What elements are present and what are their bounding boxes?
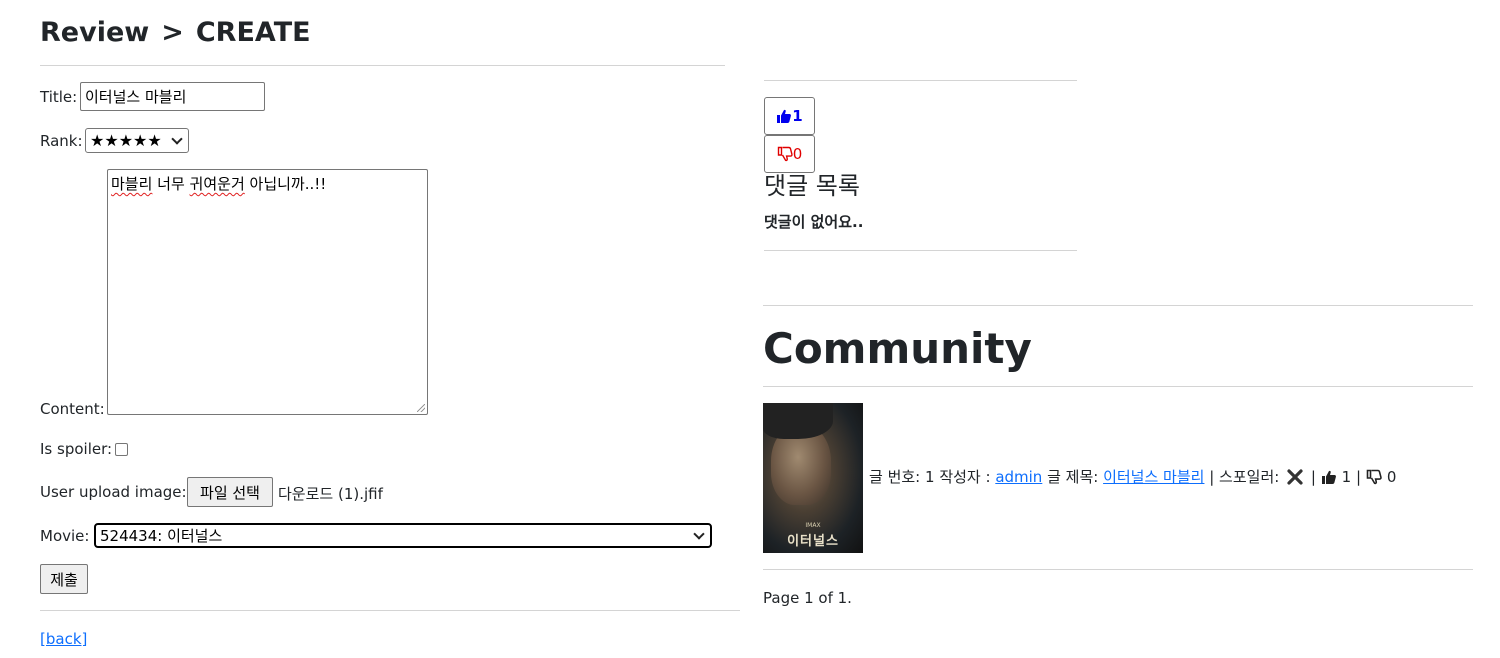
dislike-button[interactable]: 0 (764, 135, 815, 173)
poster-hair (763, 403, 833, 439)
comments-title: 댓글 목록 (764, 172, 860, 200)
post-separator: | (1351, 467, 1366, 486)
movie-select[interactable]: 524434: 이터널스 (94, 523, 712, 548)
community-divider-top (763, 305, 1473, 306)
image-label: User upload image: (40, 483, 187, 501)
resize-handle-icon[interactable] (417, 404, 425, 412)
rank-select[interactable]: ★★★★★ (85, 128, 189, 153)
chevron-down-icon (693, 527, 705, 540)
post-subject-link[interactable]: 이터널스 마블리 (1103, 466, 1204, 487)
post-number-label: 글 번호: (869, 468, 925, 486)
thumbs-up-icon (776, 108, 792, 124)
thumbs-down-icon (1366, 469, 1382, 485)
pagination-info: Page 1 of 1. (763, 589, 852, 607)
file-select-button[interactable]: 파일 선택 (187, 477, 273, 507)
rank-label: Rank: (40, 132, 83, 150)
movie-label: Movie: (40, 527, 90, 545)
post-subject-label: 글 제목: (1042, 468, 1104, 486)
like-button[interactable]: 1 (764, 97, 815, 135)
form-divider (40, 610, 740, 611)
header-divider (40, 65, 725, 66)
title-label: Title: (40, 88, 78, 106)
spoiler-checkbox[interactable] (115, 443, 128, 456)
post-separator: | (1306, 467, 1321, 486)
content-word: 너무 (152, 175, 190, 193)
comments-divider (764, 250, 1077, 251)
post-author-label: 작성자 : (934, 468, 996, 486)
post-summary: 글 번호: 1 작성자 : admin 글 제목: 이터널스 마블리 | 스포일… (869, 466, 1396, 487)
breadcrumb-create: CREATE (195, 17, 311, 48)
movie-select-value: 524434: 이터널스 (100, 527, 223, 545)
content-word: 귀여운거 (189, 175, 245, 193)
movie-poster[interactable]: IMAX 이터널스 (763, 403, 863, 553)
like-count: 1 (792, 107, 803, 125)
page-title: Review > CREATE (40, 14, 311, 52)
dislike-count: 0 (792, 145, 803, 163)
rank-select-value: ★★★★★ (90, 131, 162, 150)
breadcrumb-separator: > (161, 17, 184, 48)
back-link-wrap: [back] (40, 630, 87, 648)
thumbs-up-icon (1321, 469, 1337, 485)
no-comments-text: 댓글이 없어요.. (764, 213, 864, 231)
file-name: 다운로드 (1).jfif (278, 485, 383, 503)
content-word: 아닙니까..!! (244, 175, 327, 193)
votes-divider-top (764, 80, 1077, 81)
post-spoiler-label: | 스포일러: (1204, 468, 1285, 486)
post-likes: 1 (1341, 467, 1352, 486)
breadcrumb-review: Review (40, 17, 150, 48)
title-input[interactable] (80, 82, 265, 111)
back-link[interactable]: [back] (40, 630, 87, 648)
post-dislikes: 0 (1386, 467, 1397, 486)
post-number: 1 (925, 467, 935, 486)
content-word: 마블리 (111, 175, 153, 193)
spoiler-label: Is spoiler: (40, 440, 113, 458)
community-title: Community (763, 324, 1032, 373)
submit-button[interactable]: 제출 (40, 564, 88, 594)
content-label: Content: (40, 400, 105, 418)
chevron-down-icon (171, 132, 183, 145)
posts-divider (763, 569, 1473, 570)
content-textarea[interactable]: 마블리 너무 귀여운거 아닙니까..!! (107, 169, 428, 415)
post-author-link[interactable]: admin (995, 468, 1042, 486)
poster-subtitle: IMAX (805, 522, 821, 529)
poster-title: 이터널스 (787, 534, 839, 549)
cross-mark-icon (1286, 468, 1304, 486)
thumbs-down-icon (777, 146, 793, 162)
community-divider (763, 386, 1473, 387)
